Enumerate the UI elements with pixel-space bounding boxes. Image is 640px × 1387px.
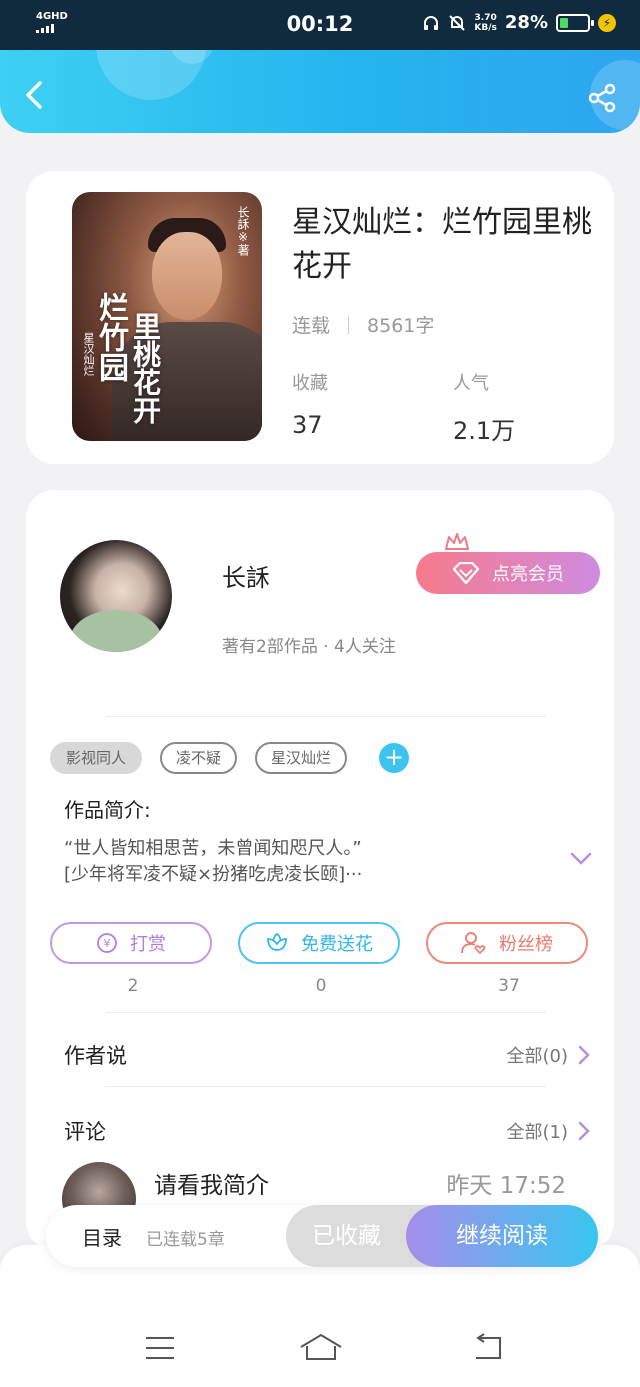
chevron-right-icon	[578, 1045, 590, 1065]
tag-list: 影视同人 凌不疑 星汉灿烂 +	[50, 742, 410, 774]
toc-button[interactable]: 目录	[82, 1222, 122, 1251]
word-count: 8561字	[367, 315, 435, 337]
intro-text: “世人皆知相思苦，未曾闻知咫尺人。” [少年将军凌不疑×扮猪吃虎凌长颐]···	[64, 838, 363, 885]
tip-button[interactable]: ¥ 打赏 2	[50, 922, 212, 996]
status-right: 3.70 KB/s 28% ⚡	[422, 12, 616, 33]
comment-text: 请看我简介	[154, 1173, 269, 1199]
add-tag-button[interactable]: +	[379, 743, 410, 773]
menu-icon[interactable]	[142, 1332, 178, 1364]
tip-count: 2	[127, 976, 139, 996]
crown-icon	[445, 533, 469, 550]
status-bar: 4GHD 00:12 3.70 KB/s 28% ⚡	[0, 0, 640, 50]
battery-icon	[556, 13, 594, 32]
book-info-card: 长訸※著 星汉灿烂 烂竹园 里桃花开 星汉灿烂：烂竹园里桃花开 连载 8561字…	[26, 171, 614, 464]
stat-popularity: 人气 2.1万	[453, 373, 516, 445]
system-nav-bar	[0, 1320, 640, 1380]
comments-label: 评论	[64, 1120, 106, 1144]
fans-count: 37	[498, 976, 520, 996]
stat-favorites: 收藏 37	[292, 373, 328, 439]
tag-item[interactable]: 影视同人	[50, 742, 143, 774]
author-info: 著有2部作品 · 4人关注	[222, 637, 396, 657]
detail-card: 长訸 著有2部作品 · 4人关注 点亮会员 影视同人 凌不疑 星汉灿烂 + 作品…	[26, 490, 614, 1250]
cover-author-mark: 长訸※著	[236, 206, 250, 256]
comments-more[interactable]: 全部(1)	[507, 1118, 591, 1144]
author-name[interactable]: 长訸	[222, 558, 270, 593]
send-flower-button[interactable]: 免费送花 0	[238, 922, 400, 996]
book-title: 星汉灿烂：烂竹园里桃花开	[292, 205, 592, 284]
intro-title: 作品简介:	[64, 798, 151, 822]
chevron-down-icon[interactable]	[570, 852, 592, 866]
book-meta: 连载 8561字	[292, 311, 434, 338]
toc-chapter-count[interactable]: 已连载5章	[146, 1225, 225, 1250]
book-cover[interactable]: 长訸※著 星汉灿烂 烂竹园 里桃花开	[72, 192, 262, 441]
continue-reading-button[interactable]: 继续阅读	[406, 1205, 598, 1267]
diamond-icon	[452, 562, 480, 584]
mute-bell-icon	[449, 14, 466, 31]
chevron-right-icon	[578, 1121, 590, 1141]
back-arrow-icon[interactable]	[22, 80, 48, 110]
action-row: ¥ 打赏 2 免费送花 0 粉丝榜 37	[50, 922, 590, 1002]
tag-item[interactable]: 凌不疑	[160, 742, 238, 774]
top-header	[0, 50, 640, 133]
headphones-icon	[424, 15, 439, 30]
flower-count: 0	[315, 976, 327, 996]
fans-rank-button[interactable]: 粉丝榜 37	[426, 922, 588, 996]
yen-coin-icon: ¥	[97, 933, 117, 953]
author-says-more[interactable]: 全部(0)	[507, 1042, 591, 1068]
home-icon[interactable]	[298, 1332, 344, 1364]
fans-user-heart-icon	[461, 932, 486, 955]
cover-title-col1: 烂竹园	[93, 292, 128, 382]
network-speed: 3.70 KB/s	[474, 12, 497, 33]
author-says-label: 作者说	[64, 1044, 127, 1068]
book-status: 连载	[292, 315, 331, 337]
charging-icon: ⚡	[598, 13, 616, 32]
author-says-row[interactable]: 作者说 全部(0)	[64, 1040, 590, 1070]
flower-icon	[267, 932, 287, 951]
svg-text:¥: ¥	[104, 937, 111, 950]
vip-button[interactable]: 点亮会员	[416, 552, 600, 594]
back-nav-icon[interactable]	[470, 1332, 506, 1364]
share-icon[interactable]	[586, 82, 618, 114]
tag-item[interactable]: 星汉灿烂	[255, 742, 348, 774]
cover-title-col2: 里桃花开	[129, 312, 162, 424]
battery-percent: 28%	[504, 12, 548, 33]
bottom-action-bar: 目录 已连载5章 已收藏 继续阅读	[46, 1205, 598, 1267]
comments-row[interactable]: 评论 全部(1)	[64, 1116, 590, 1146]
comment-time: 昨天 17:52	[446, 1173, 566, 1199]
author-avatar[interactable]	[60, 540, 172, 652]
